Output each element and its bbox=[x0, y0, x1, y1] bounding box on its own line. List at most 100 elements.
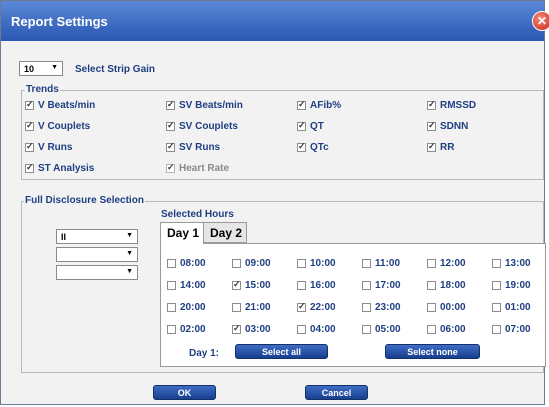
trend-v-beats-min-checkbox[interactable]: V Beats/min bbox=[25, 99, 95, 111]
hour-0100-checkbox[interactable]: 01:00 bbox=[492, 302, 531, 313]
hour-1900-checkbox-box[interactable] bbox=[492, 281, 501, 290]
hour-0200-checkbox-box[interactable] bbox=[167, 325, 176, 334]
trend-v-couplets-checkbox[interactable]: V Couplets bbox=[25, 120, 90, 132]
hour-1700-checkbox-box[interactable] bbox=[362, 281, 371, 290]
trend-st-analysis-checkbox-label: ST Analysis bbox=[38, 163, 95, 174]
hour-1200-checkbox[interactable]: 12:00 bbox=[427, 258, 466, 269]
hour-1800-checkbox[interactable]: 18:00 bbox=[427, 280, 466, 291]
hour-1600-checkbox[interactable]: 16:00 bbox=[297, 280, 336, 291]
hour-2000-checkbox-box[interactable] bbox=[167, 303, 176, 312]
trend-sv-beats-min-checkbox-label: SV Beats/min bbox=[179, 100, 243, 111]
select-none-button[interactable]: Select none bbox=[385, 344, 480, 359]
trend-sv-couplets-checkbox-label: SV Couplets bbox=[179, 121, 238, 132]
hour-1900-checkbox[interactable]: 19:00 bbox=[492, 280, 531, 291]
select-all-button[interactable]: Select all bbox=[235, 344, 328, 359]
hour-2200-checkbox-box[interactable] bbox=[297, 301, 306, 312]
trend-qt-checkbox-box[interactable] bbox=[297, 120, 306, 131]
trend-rr-checkbox-box[interactable] bbox=[427, 141, 436, 152]
hour-1300-checkbox[interactable]: 13:00 bbox=[492, 258, 531, 269]
hour-0400-checkbox[interactable]: 04:00 bbox=[297, 324, 336, 335]
hour-0800-checkbox[interactable]: 08:00 bbox=[167, 258, 206, 269]
trend-st-analysis-checkbox[interactable]: ST Analysis bbox=[25, 162, 95, 174]
hour-1300-checkbox-box[interactable] bbox=[492, 259, 501, 268]
hour-0100-checkbox-box[interactable] bbox=[492, 303, 501, 312]
hour-0300-checkbox-box[interactable] bbox=[232, 323, 241, 334]
hour-2100-checkbox-box[interactable] bbox=[232, 303, 241, 312]
trend-st-analysis-checkbox-box[interactable] bbox=[25, 162, 34, 173]
hour-0600-checkbox[interactable]: 06:00 bbox=[427, 324, 466, 335]
trend-qt-checkbox-label: QT bbox=[310, 121, 324, 132]
trend-sv-beats-min-checkbox[interactable]: SV Beats/min bbox=[166, 99, 243, 111]
lead-select-3[interactable]: ▼ bbox=[56, 265, 138, 280]
hour-1300-checkbox-label: 13:00 bbox=[505, 258, 531, 269]
hour-0200-checkbox[interactable]: 02:00 bbox=[167, 324, 206, 335]
hour-1800-checkbox-label: 18:00 bbox=[440, 280, 466, 291]
trend-afib-checkbox[interactable]: AFib% bbox=[297, 99, 341, 111]
hour-0500-checkbox[interactable]: 05:00 bbox=[362, 324, 401, 335]
hour-0000-checkbox[interactable]: 00:00 bbox=[427, 302, 466, 313]
strip-gain-value: 10 bbox=[24, 64, 35, 74]
trend-v-couplets-checkbox-box[interactable] bbox=[25, 120, 34, 131]
hour-0900-checkbox-box[interactable] bbox=[232, 259, 241, 268]
cancel-button[interactable]: Cancel bbox=[305, 385, 368, 400]
hour-0700-checkbox-box[interactable] bbox=[492, 325, 501, 334]
hour-1400-checkbox[interactable]: 14:00 bbox=[167, 280, 206, 291]
hour-1200-checkbox-box[interactable] bbox=[427, 259, 436, 268]
hour-1800-checkbox-box[interactable] bbox=[427, 281, 436, 290]
trend-v-beats-min-checkbox-box[interactable] bbox=[25, 99, 34, 110]
trend-rmssd-checkbox[interactable]: RMSSD bbox=[427, 99, 476, 111]
lead-select-1[interactable]: II ▼ bbox=[56, 229, 138, 244]
hour-0400-checkbox-box[interactable] bbox=[297, 325, 306, 334]
hour-1100-checkbox[interactable]: 11:00 bbox=[362, 258, 400, 269]
hour-2100-checkbox-label: 21:00 bbox=[245, 302, 271, 313]
hour-2200-checkbox[interactable]: 22:00 bbox=[297, 301, 336, 313]
hour-1100-checkbox-box[interactable] bbox=[362, 259, 371, 268]
hour-1500-checkbox[interactable]: 15:00 bbox=[232, 279, 271, 291]
hour-2100-checkbox[interactable]: 21:00 bbox=[232, 302, 271, 313]
strip-gain-label: Select Strip Gain bbox=[75, 64, 156, 75]
hour-0500-checkbox-box[interactable] bbox=[362, 325, 371, 334]
trend-v-runs-checkbox-box[interactable] bbox=[25, 141, 34, 152]
hour-2300-checkbox[interactable]: 23:00 bbox=[362, 302, 401, 313]
hour-2000-checkbox[interactable]: 20:00 bbox=[167, 302, 206, 313]
hour-1000-checkbox-box[interactable] bbox=[297, 259, 306, 268]
trend-sv-couplets-checkbox-box[interactable] bbox=[166, 120, 175, 131]
ok-button[interactable]: OK bbox=[153, 385, 216, 400]
strip-gain-select[interactable]: 10 ▼ bbox=[19, 61, 63, 76]
close-button[interactable]: ✕ bbox=[532, 11, 549, 31]
hour-1000-checkbox[interactable]: 10:00 bbox=[297, 258, 336, 269]
trend-sdnn-checkbox-box[interactable] bbox=[427, 120, 436, 131]
trend-sdnn-checkbox[interactable]: SDNN bbox=[427, 120, 468, 132]
hour-0600-checkbox-box[interactable] bbox=[427, 325, 436, 334]
trend-qtc-checkbox-box[interactable] bbox=[297, 141, 306, 152]
hour-1500-checkbox-box[interactable] bbox=[232, 279, 241, 290]
trend-rr-checkbox[interactable]: RR bbox=[427, 141, 455, 153]
trend-qt-checkbox[interactable]: QT bbox=[297, 120, 324, 132]
hour-1600-checkbox-box[interactable] bbox=[297, 281, 306, 290]
trend-v-runs-checkbox[interactable]: V Runs bbox=[25, 141, 73, 153]
hour-0000-checkbox-box[interactable] bbox=[427, 303, 436, 312]
hour-0100-checkbox-label: 01:00 bbox=[505, 302, 531, 313]
trend-v-runs-checkbox-label: V Runs bbox=[38, 142, 73, 153]
trend-rr-checkbox-label: RR bbox=[440, 142, 455, 153]
hour-1400-checkbox-box[interactable] bbox=[167, 281, 176, 290]
hour-1400-checkbox-label: 14:00 bbox=[180, 280, 206, 291]
hour-0800-checkbox-box[interactable] bbox=[167, 259, 176, 268]
trend-sv-couplets-checkbox[interactable]: SV Couplets bbox=[166, 120, 238, 132]
trend-afib-checkbox-box[interactable] bbox=[297, 99, 306, 110]
full-disclosure-heading: Full Disclosure Selection bbox=[24, 195, 145, 206]
tab-day-1[interactable]: Day 1 bbox=[160, 222, 204, 244]
lead-select-2[interactable]: ▼ bbox=[56, 247, 138, 262]
hour-0900-checkbox[interactable]: 09:00 bbox=[232, 258, 271, 269]
trend-sv-runs-checkbox[interactable]: SV Runs bbox=[166, 141, 220, 153]
hour-2300-checkbox-box[interactable] bbox=[362, 303, 371, 312]
trend-sv-beats-min-checkbox-box[interactable] bbox=[166, 99, 175, 110]
hour-1900-checkbox-label: 19:00 bbox=[505, 280, 531, 291]
hour-1700-checkbox[interactable]: 17:00 bbox=[362, 280, 401, 291]
hour-0700-checkbox[interactable]: 07:00 bbox=[492, 324, 531, 335]
trend-qtc-checkbox[interactable]: QTc bbox=[297, 141, 329, 153]
trend-rmssd-checkbox-box[interactable] bbox=[427, 99, 436, 110]
tab-day-2[interactable]: Day 2 bbox=[203, 222, 247, 243]
trend-sv-runs-checkbox-box[interactable] bbox=[166, 141, 175, 152]
hour-0300-checkbox[interactable]: 03:00 bbox=[232, 323, 271, 335]
